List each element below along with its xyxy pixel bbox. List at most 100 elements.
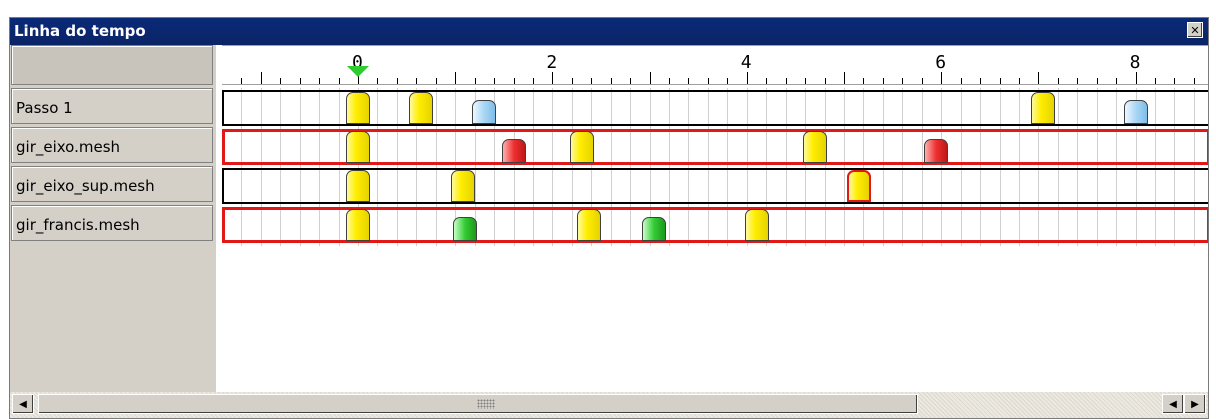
keyframe-blue[interactable]: [472, 100, 496, 124]
track-row[interactable]: [222, 90, 1208, 126]
ruler-tick: [611, 78, 612, 84]
close-button[interactable]: ✕: [1187, 22, 1203, 38]
ruler-tick: [339, 78, 340, 84]
ruler-tick: [1038, 72, 1039, 84]
ruler-tick: [669, 78, 670, 84]
ruler-tick: [727, 78, 728, 84]
track-label-text: gir_eixo.mesh: [16, 138, 121, 156]
window-title: Linha do tempo: [14, 22, 146, 40]
track-label[interactable]: gir_eixo_sup.mesh: [11, 166, 213, 202]
ruler-tick: [455, 72, 456, 84]
ruler-tick: [1116, 78, 1117, 84]
arrow-left-icon: ◀: [1169, 398, 1177, 410]
ruler-tick: [650, 72, 651, 84]
ruler-tick: [319, 78, 320, 84]
track-row[interactable]: [222, 168, 1208, 204]
title-bar[interactable]: Linha do tempo ✕: [10, 18, 1208, 45]
playhead-marker[interactable]: [347, 66, 369, 77]
ruler-tick: [825, 78, 826, 84]
grip-icon: [477, 399, 495, 409]
keyframe-red[interactable]: [502, 139, 526, 163]
keyframe-red[interactable]: [924, 139, 948, 163]
arrow-left-icon: ◀: [19, 398, 27, 410]
ruler-tick: [300, 78, 301, 84]
header-corner: [11, 45, 213, 85]
ruler-tick: [1077, 78, 1078, 84]
track-area: [222, 88, 1208, 392]
track-row[interactable]: [222, 207, 1208, 243]
keyframe-yellow[interactable]: [847, 170, 871, 202]
track-label[interactable]: gir_francis.mesh: [11, 205, 213, 241]
keyframe-yellow[interactable]: [409, 92, 433, 124]
ruler-label: 4: [740, 52, 752, 73]
ruler-tick: [1136, 72, 1137, 84]
track-row[interactable]: [222, 129, 1208, 165]
ruler-tick: [514, 78, 515, 84]
keyframe-green[interactable]: [453, 217, 477, 241]
ruler-tick: [1097, 78, 1098, 84]
keyframe-yellow[interactable]: [803, 131, 827, 163]
keyframe-green[interactable]: [642, 217, 666, 241]
keyframe-yellow[interactable]: [577, 209, 601, 241]
ruler-tick: [416, 78, 417, 84]
ruler-tick: [591, 78, 592, 84]
track-label-column: Passo 1 gir_eixo.mesh gir_eixo_sup.meshgir…: [10, 45, 216, 392]
keyframe-yellow[interactable]: [745, 209, 769, 241]
keyframe-yellow[interactable]: [346, 92, 370, 124]
ruler-tick: [280, 78, 281, 84]
keyframe-yellow[interactable]: [451, 170, 475, 202]
ruler-tick: [1058, 78, 1059, 84]
timeline-window: Linha do tempo ✕ Passo 1 gir_eixo.meshgir…: [9, 17, 1209, 419]
time-ruler[interactable]: 02468: [222, 45, 1208, 85]
ruler-tick: [1194, 78, 1195, 84]
close-icon: ✕: [1190, 23, 1200, 37]
ruler-tick: [922, 78, 923, 84]
scroll-right-button[interactable]: ▶: [1184, 394, 1206, 414]
ruler-tick: [708, 78, 709, 84]
ruler-tick: [688, 78, 689, 84]
ruler-tick: [436, 78, 437, 84]
ruler-tick: [1019, 78, 1020, 84]
ruler-label: 2: [546, 52, 558, 73]
ruler-tick: [883, 78, 884, 84]
ruler-tick: [766, 78, 767, 84]
ruler-tick: [786, 78, 787, 84]
ruler-tick: [805, 78, 806, 84]
arrow-right-icon: ▶: [1191, 398, 1199, 410]
track-label-text: Passo 1: [16, 99, 73, 117]
ruler-tick: [863, 78, 864, 84]
ruler-tick: [475, 78, 476, 84]
ruler-tick: [494, 78, 495, 84]
ruler-tick: [261, 72, 262, 84]
keyframe-yellow[interactable]: [570, 131, 594, 163]
scroll-left-button[interactable]: ◀: [12, 394, 34, 414]
ruler-tick: [377, 78, 378, 84]
ruler-tick: [397, 78, 398, 84]
keyframe-blue[interactable]: [1124, 100, 1148, 124]
ruler-tick: [630, 78, 631, 84]
keyframe-yellow[interactable]: [1031, 92, 1055, 124]
ruler-tick: [961, 78, 962, 84]
ruler-tick: [1155, 78, 1156, 84]
ruler-tick: [572, 78, 573, 84]
ruler-tick: [844, 72, 845, 84]
track-label-text: gir_eixo_sup.mesh: [16, 177, 155, 195]
ruler-label: 6: [935, 52, 947, 73]
ruler-tick: [980, 78, 981, 84]
track-label[interactable]: Passo 1: [11, 88, 213, 124]
horizontal-scrollbar[interactable]: ◀ ◀ ▶: [10, 392, 1208, 418]
ruler-tick: [902, 78, 903, 84]
track-label-text: gir_francis.mesh: [16, 216, 140, 234]
ruler-tick: [941, 72, 942, 84]
ruler-tick: [747, 72, 748, 84]
ruler-tick: [552, 72, 553, 84]
keyframe-yellow[interactable]: [346, 170, 370, 202]
keyframe-yellow[interactable]: [346, 131, 370, 163]
track-label[interactable]: gir_eixo.mesh: [11, 127, 213, 163]
scroll-thumb[interactable]: [38, 394, 918, 414]
scroll-right-left-button[interactable]: ◀: [1162, 394, 1184, 414]
ruler-tick: [533, 78, 534, 84]
ruler-tick: [1000, 78, 1001, 84]
keyframe-yellow[interactable]: [346, 209, 370, 241]
ruler-tick: [1174, 78, 1175, 84]
